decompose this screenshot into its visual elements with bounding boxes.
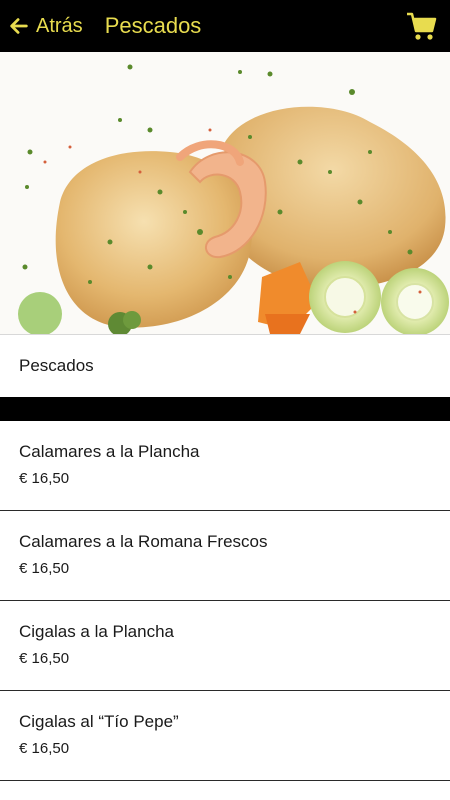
top-bar: Atrás Pescados bbox=[0, 0, 450, 52]
item-price: € 16,50 bbox=[19, 740, 70, 757]
list-item[interactable]: Cigalas al “Tío Pepe” € 16,50 bbox=[0, 691, 450, 781]
page-title: Pescados bbox=[104, 13, 202, 38]
fish-dish-photo bbox=[0, 52, 450, 334]
section-divider bbox=[0, 397, 450, 421]
item-price: € 16,50 bbox=[19, 560, 70, 577]
item-name: Cigalas a la Plancha bbox=[19, 622, 174, 641]
back-label: Atrás bbox=[36, 14, 83, 37]
item-name: Calamares a la Plancha bbox=[19, 442, 200, 461]
list-item[interactable]: Calamares a la Romana Frescos € 16,50 bbox=[0, 511, 450, 601]
list-item[interactable]: Calamares a la Plancha € 16,50 bbox=[0, 421, 450, 511]
hero-image bbox=[0, 52, 450, 334]
menu-list: Calamares a la Plancha € 16,50 Calamares… bbox=[0, 421, 450, 781]
item-name: Calamares a la Romana Frescos bbox=[19, 532, 268, 551]
back-button[interactable]: Atrás bbox=[8, 15, 83, 38]
category-label: Pescados bbox=[0, 334, 450, 396]
item-name: Cigalas al “Tío Pepe” bbox=[19, 712, 179, 731]
shopping-cart-icon[interactable] bbox=[406, 10, 438, 42]
list-item[interactable]: Cigalas a la Plancha € 16,50 bbox=[0, 601, 450, 691]
item-price: € 16,50 bbox=[19, 650, 70, 667]
item-price: € 16,50 bbox=[19, 470, 70, 487]
arrow-left-icon bbox=[10, 18, 28, 34]
